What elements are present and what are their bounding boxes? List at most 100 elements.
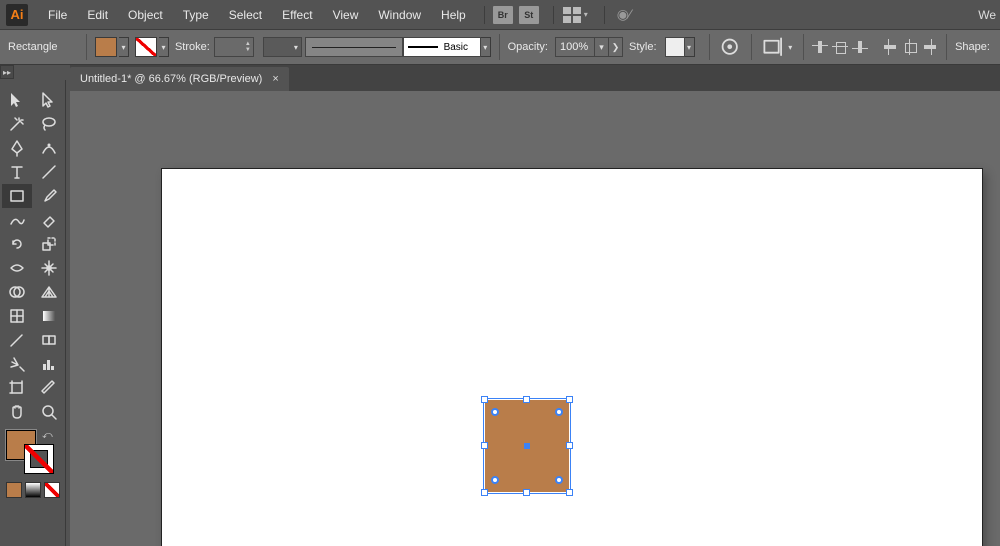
stroke-control[interactable]: ▾: [135, 37, 169, 57]
brush-name[interactable]: Basic: [403, 37, 481, 57]
align-top-icon[interactable]: [882, 39, 898, 55]
blend-tool[interactable]: [34, 328, 64, 352]
chevron-down-icon[interactable]: ▾: [584, 10, 588, 19]
hand-tool[interactable]: [2, 400, 32, 424]
recolor-artwork-icon[interactable]: [719, 37, 740, 57]
slice-tool[interactable]: [34, 376, 64, 400]
canvas-area[interactable]: [70, 91, 1000, 546]
opacity-input[interactable]: 100%: [555, 37, 595, 57]
resize-handle-tm[interactable]: [523, 396, 530, 403]
brush-definition[interactable]: [305, 37, 403, 57]
direct-selection-tool[interactable]: [34, 88, 64, 112]
chevron-down-icon[interactable]: ▾: [785, 37, 795, 57]
selection-tool[interactable]: [2, 88, 32, 112]
bridge-icon[interactable]: Br: [493, 6, 513, 24]
column-graph-tool[interactable]: [34, 352, 64, 376]
stepper-icon[interactable]: ▲▼: [245, 41, 251, 53]
menu-edit[interactable]: Edit: [77, 2, 118, 28]
variable-width-profile[interactable]: ▾: [263, 37, 302, 57]
stroke-weight-input[interactable]: ▲▼: [214, 37, 254, 57]
menu-window[interactable]: Window: [368, 2, 431, 28]
corner-widget-br[interactable]: [555, 476, 563, 484]
menu-select[interactable]: Select: [219, 2, 272, 28]
menu-type[interactable]: Type: [173, 2, 219, 28]
menu-file[interactable]: File: [38, 2, 77, 28]
swap-fill-stroke-icon[interactable]: ⤺: [42, 430, 54, 442]
gpu-preview-icon[interactable]: ◉⁄: [617, 6, 632, 23]
shape-builder-tool[interactable]: [2, 280, 32, 304]
resize-handle-bm[interactable]: [523, 489, 530, 496]
align-right-icon[interactable]: [852, 39, 868, 55]
corner-widget-tr[interactable]: [555, 408, 563, 416]
menu-object[interactable]: Object: [118, 2, 173, 28]
perspective-grid-tool[interactable]: [34, 280, 64, 304]
paintbrush-tool[interactable]: [34, 184, 64, 208]
brush-dropdown-icon[interactable]: ▾: [481, 37, 491, 57]
stroke-dropdown-icon[interactable]: ▾: [159, 37, 169, 57]
line-segment-tool[interactable]: [34, 160, 64, 184]
resize-handle-br[interactable]: [566, 489, 573, 496]
fill-stroke-indicator[interactable]: ⤺: [6, 430, 56, 474]
resize-handle-tr[interactable]: [566, 396, 573, 403]
align-vcenter-icon[interactable]: [902, 39, 918, 55]
align-to-icon[interactable]: [762, 37, 783, 57]
fill-control[interactable]: ▾: [95, 37, 129, 57]
gradient-tool[interactable]: [34, 304, 64, 328]
arrange-documents-icon[interactable]: [562, 6, 582, 24]
curvature-tool[interactable]: [34, 136, 64, 160]
eraser-tool[interactable]: [34, 208, 64, 232]
mesh-tool[interactable]: [2, 304, 32, 328]
resize-handle-bl[interactable]: [481, 489, 488, 496]
expand-dock-icon[interactable]: ▸▸: [0, 65, 14, 79]
close-tab-icon[interactable]: ×: [272, 73, 278, 85]
style-label[interactable]: Style:: [629, 41, 657, 53]
stroke-swatch-none[interactable]: [135, 37, 157, 57]
free-transform-tool[interactable]: [34, 256, 64, 280]
graphic-style-swatch[interactable]: [665, 37, 685, 57]
symbol-sprayer-tool[interactable]: [2, 352, 32, 376]
document-tab[interactable]: Untitled-1* @ 66.67% (RGB/Preview) ×: [70, 67, 289, 91]
width-tool[interactable]: [2, 256, 32, 280]
menu-bar: Ai File Edit Object Type Select Effect V…: [0, 0, 1000, 29]
align-hcenter-icon[interactable]: [832, 39, 848, 55]
resize-handle-tl[interactable]: [481, 396, 488, 403]
center-point[interactable]: [524, 443, 530, 449]
stroke-color-box[interactable]: [24, 444, 54, 474]
align-left-icon[interactable]: [812, 39, 828, 55]
artboard-tool[interactable]: [2, 376, 32, 400]
stock-icon[interactable]: St: [519, 6, 539, 24]
color-mode-none[interactable]: [44, 482, 60, 498]
menu-help[interactable]: Help: [431, 2, 476, 28]
opacity-dropdown-icon[interactable]: ▾: [595, 37, 609, 57]
opacity-more-icon[interactable]: ❯: [609, 37, 623, 57]
magic-wand-tool[interactable]: [2, 112, 32, 136]
pen-tool[interactable]: [2, 136, 32, 160]
stroke-weight-label[interactable]: Stroke:: [175, 41, 210, 53]
opacity-label[interactable]: Opacity:: [508, 41, 548, 53]
corner-widget-tl[interactable]: [491, 408, 499, 416]
menu-view[interactable]: View: [323, 2, 369, 28]
workspace-label-truncated[interactable]: We: [978, 8, 996, 22]
align-bottom-icon[interactable]: [922, 39, 938, 55]
menu-effect[interactable]: Effect: [272, 2, 322, 28]
type-tool[interactable]: [2, 160, 32, 184]
chevron-down-icon[interactable]: ▾: [291, 37, 301, 57]
eyedropper-tool[interactable]: [2, 328, 32, 352]
tab-title: Untitled-1* @ 66.67% (RGB/Preview): [80, 73, 262, 85]
lasso-tool[interactable]: [34, 112, 64, 136]
zoom-tool[interactable]: [34, 400, 64, 424]
color-mode-solid[interactable]: [6, 482, 22, 498]
scale-tool[interactable]: [34, 232, 64, 256]
style-dropdown-icon[interactable]: ▾: [685, 37, 695, 57]
selected-rectangle[interactable]: [485, 400, 569, 492]
resize-handle-mr[interactable]: [566, 442, 573, 449]
rotate-tool[interactable]: [2, 232, 32, 256]
shape-properties-label[interactable]: Shape:: [955, 41, 990, 53]
corner-widget-bl[interactable]: [491, 476, 499, 484]
resize-handle-ml[interactable]: [481, 442, 488, 449]
color-mode-gradient[interactable]: [25, 482, 41, 498]
shaper-tool[interactable]: [2, 208, 32, 232]
fill-dropdown-icon[interactable]: ▾: [119, 37, 129, 57]
fill-swatch[interactable]: [95, 37, 117, 57]
rectangle-tool[interactable]: [2, 184, 32, 208]
